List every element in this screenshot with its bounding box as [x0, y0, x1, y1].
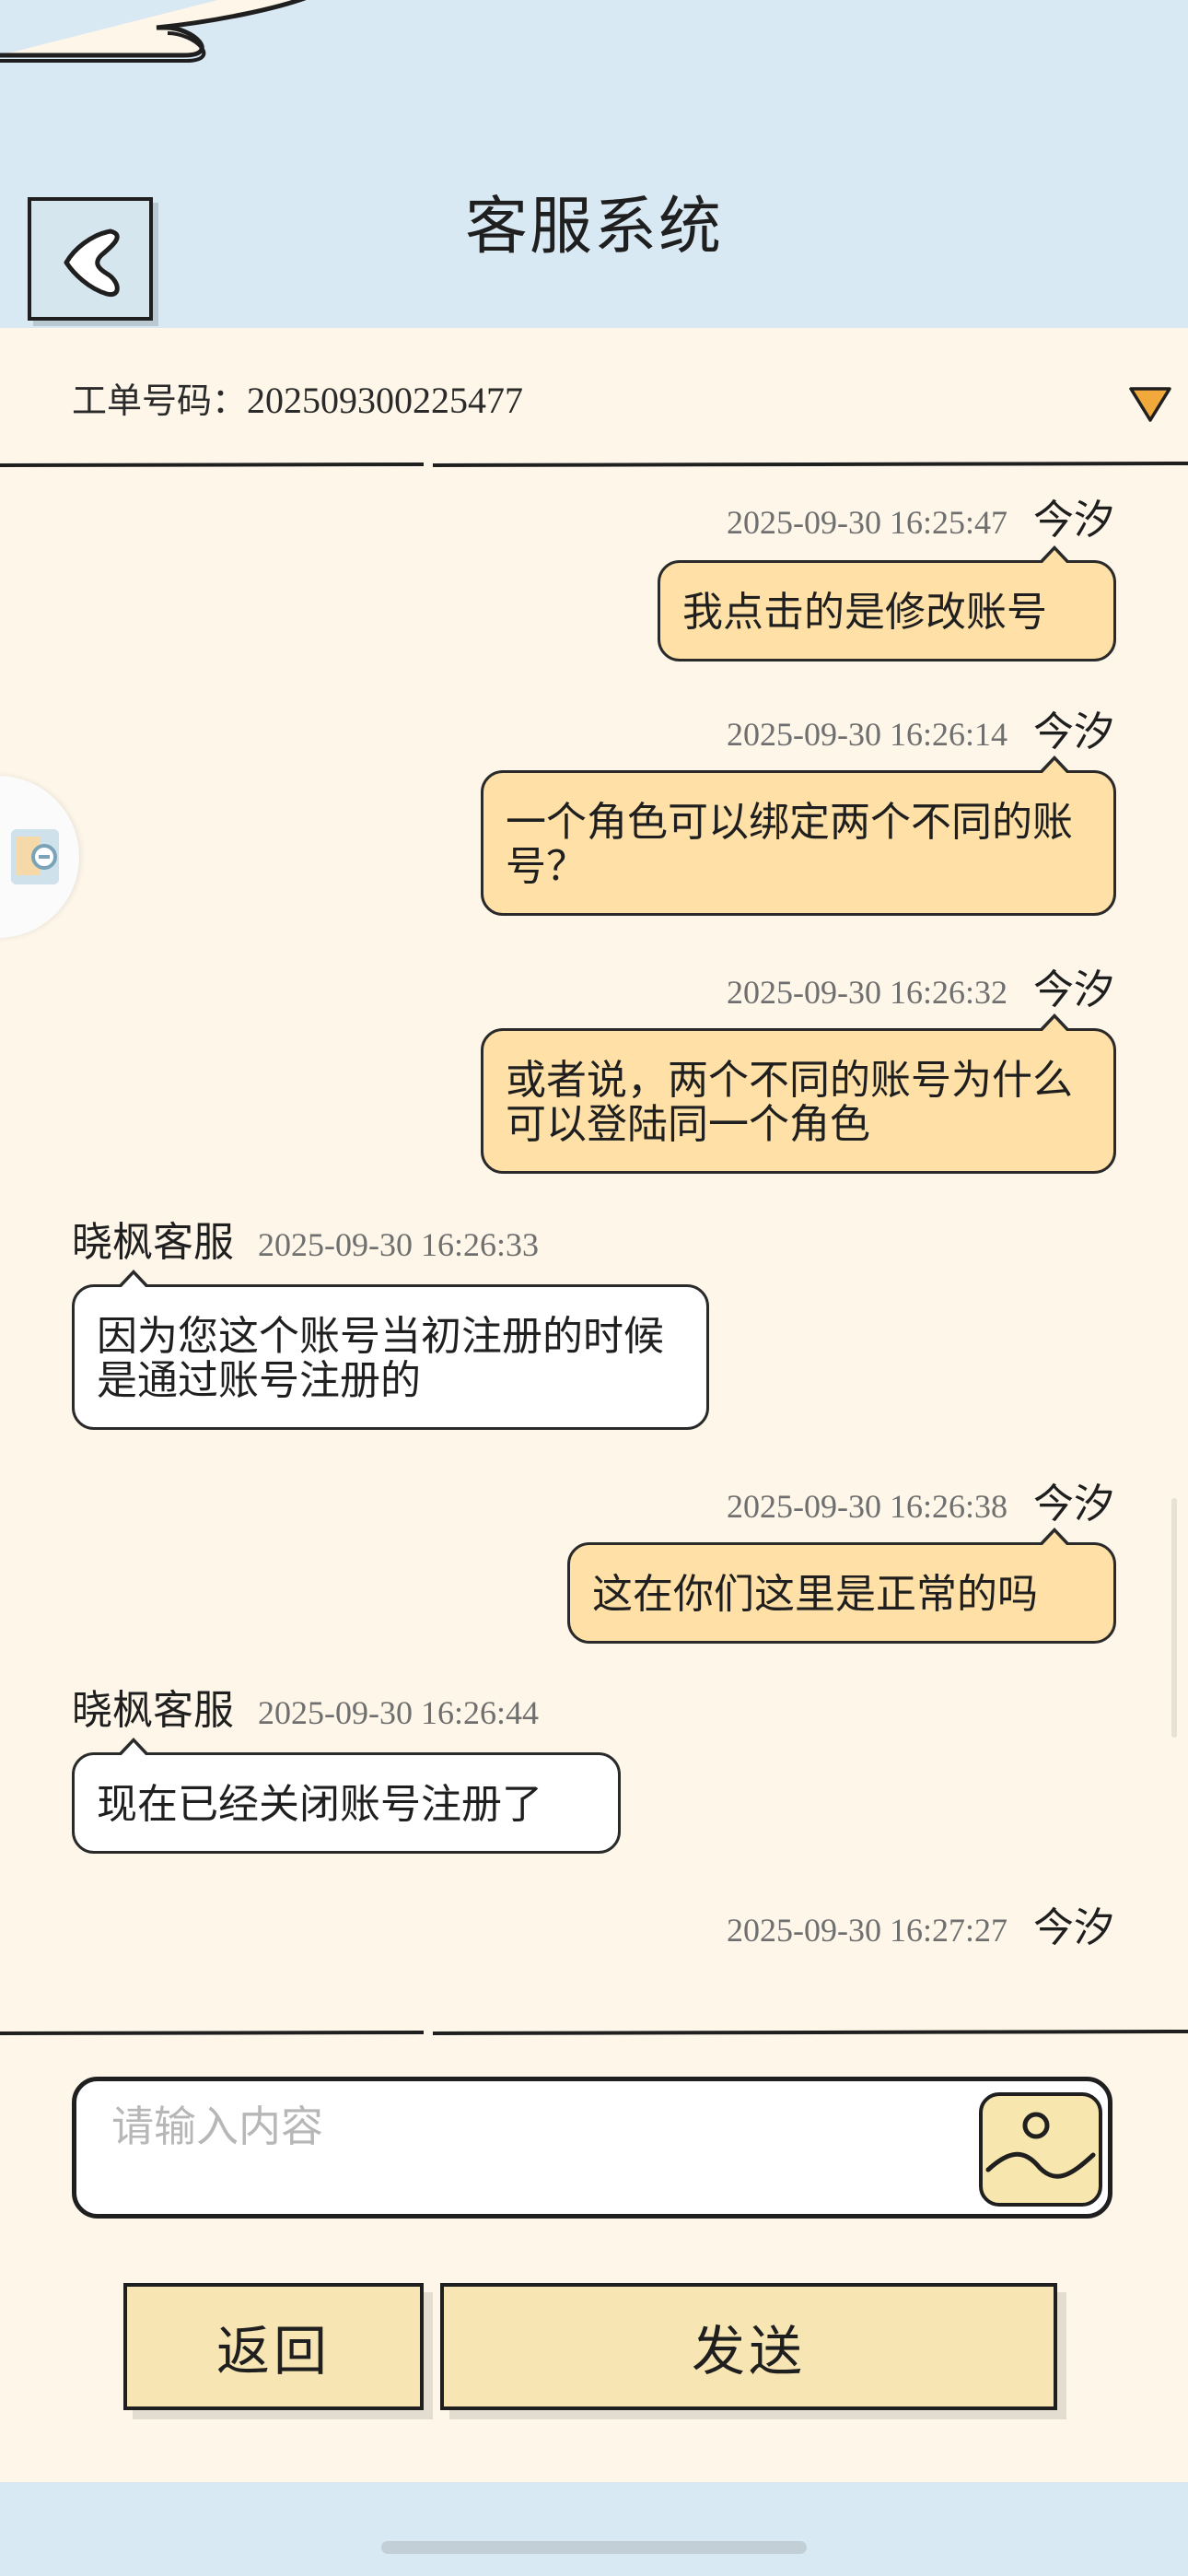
- cloud-decoration: [0, 0, 307, 63]
- sender-name: 今汐: [1033, 966, 1114, 1013]
- dropdown-triangle-icon[interactable]: [1127, 383, 1173, 424]
- message-meta: 2025-09-30 16:26:14 今汐: [727, 698, 1114, 757]
- header: 客服系统: [0, 0, 1188, 328]
- message-time: 2025-09-30 16:25:47: [727, 504, 1007, 541]
- sender-name: 今汐: [1033, 497, 1114, 544]
- user-message-bubble: 或者说，两个不同的账号为什么可以登陆同一个角色: [481, 1013, 1116, 1174]
- message-time: 2025-09-30 16:27:27: [727, 1912, 1007, 1949]
- message-meta: 2025-09-30 16:26:32 今汐: [727, 956, 1114, 1015]
- scrollbar[interactable]: [1171, 1498, 1177, 1738]
- divider: [0, 2030, 1188, 2035]
- sender-name: 今汐: [1033, 1904, 1114, 1951]
- message-time: 2025-09-30 16:26:32: [727, 974, 1007, 1011]
- sender-name: 今汐: [1033, 708, 1114, 755]
- message-text: 这在你们这里是正常的吗: [592, 1571, 1038, 1618]
- image-upload-button[interactable]: [979, 2092, 1102, 2207]
- message-text: 因为您这个账号当初注册的时候是通过账号注册的: [97, 1313, 664, 1404]
- ticket-bar: 工单号码： 202509300225477: [0, 328, 1188, 466]
- message-time: 2025-09-30 16:26:14: [727, 716, 1007, 753]
- message-text: 现在已经关闭账号注册了: [97, 1781, 542, 1828]
- send-button[interactable]: 发送: [440, 2283, 1057, 2410]
- message-time: 2025-09-30 16:26:38: [727, 1488, 1007, 1525]
- agent-message-bubble: 因为您这个账号当初注册的时候是通过账号注册的: [72, 1270, 709, 1430]
- user-message-bubble: 我点击的是修改账号: [658, 545, 1116, 662]
- message-time: 2025-09-30 16:26:44: [258, 1694, 539, 1731]
- ticket-number-value: 202509300225477: [247, 380, 524, 421]
- message-text: 我点击的是修改账号: [682, 589, 1047, 636]
- sender-name: 晓枫客服: [72, 1687, 234, 1734]
- bottom-bar: [0, 2482, 1188, 2576]
- agent-message-bubble: 现在已经关闭账号注册了: [72, 1738, 621, 1854]
- message-meta: 2025-09-30 16:26:38 今汐: [727, 1470, 1114, 1529]
- image-icon: [985, 2112, 1096, 2179]
- message-meta: 晓枫客服 2025-09-30 16:26:33: [72, 1209, 539, 1268]
- ticket-label: 工单号码：: [72, 381, 248, 421]
- sender-name: 今汐: [1033, 1481, 1114, 1528]
- message-meta: 2025-09-30 16:27:27 今汐: [727, 1894, 1114, 1953]
- chat-messages[interactable]: 2025-09-30 16:25:47 今汐 我点击的是修改账号 2025-09…: [0, 472, 1188, 2029]
- ticket-number: 工单号码： 202509300225477: [72, 372, 523, 423]
- return-button[interactable]: 返回: [123, 2283, 424, 2410]
- user-message-bubble: 一个角色可以绑定两个不同的账号？: [481, 755, 1116, 916]
- message-meta: 2025-09-30 16:25:47 今汐: [727, 486, 1114, 545]
- floating-assistant-icon: [11, 829, 59, 884]
- sender-name: 晓枫客服: [72, 1219, 234, 1266]
- divider: [0, 462, 1188, 467]
- user-message-bubble: 这在你们这里是正常的吗: [567, 1528, 1116, 1644]
- message-text: 或者说，两个不同的账号为什么可以登陆同一个角色: [506, 1057, 1073, 1148]
- home-indicator[interactable]: [381, 2541, 807, 2554]
- message-input-box: [72, 2077, 1112, 2219]
- message-meta: 晓枫客服 2025-09-30 16:26:44: [72, 1677, 539, 1736]
- page-title: 客服系统: [464, 191, 723, 263]
- message-text: 一个角色可以绑定两个不同的账号？: [506, 799, 1073, 890]
- message-input[interactable]: [110, 2098, 988, 2155]
- message-time: 2025-09-30 16:26:33: [258, 1226, 539, 1263]
